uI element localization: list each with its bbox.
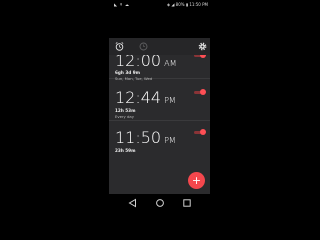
battery-percent: 80% [175,2,185,7]
alarm-item[interactable]: 11:50 PM 23h 59m [109,121,210,159]
signal-icon: ◢ [171,2,175,7]
alarm-repeat: Every day [115,114,134,119]
alarm-remaining: 6gh 3d 9m [115,70,140,75]
clock-icon[interactable] [138,41,149,52]
battery-icon: ▮ [185,2,189,7]
arrow-icon: ↟ [119,2,124,7]
toggle-thumb [200,129,206,135]
status-bar: ◣ ↟ ☁ ◈ ◢ 80% ▮ 11:50 PM [109,0,210,10]
n-icon: ◣ [114,2,118,7]
status-time: 11:50 PM [189,2,208,7]
alarm-item[interactable]: 12:44 PM 12h 53m Every day [109,81,210,121]
recents-icon[interactable] [181,197,193,209]
cloud-icon: ☁ [125,2,130,7]
navigation-bar [109,194,210,212]
toggle-thumb [200,89,206,95]
back-icon[interactable] [127,197,139,209]
alarm-time-value: 12:44 [115,88,162,107]
alarm-time-value: 12:00 [115,55,162,70]
phone-screen: ◣ ↟ ☁ ◈ ◢ 80% ▮ 11:50 PM 12:00 AM 6gh 3d… [109,0,210,240]
alarm-time: 11:50 PM [115,130,176,149]
alarm-time: 12:44 PM [115,90,176,109]
alarm-remaining: 23h 59m [115,148,136,153]
alarm-time-value: 11:50 [115,128,162,147]
toggle-thumb [200,55,206,58]
alarm-item[interactable]: 12:00 AM 6gh 3d 9m Sun, Mon, Tue, Wed [109,55,210,81]
toolbar [109,38,210,55]
gear-icon[interactable] [197,41,208,52]
alarm-ampm: AM [164,59,177,68]
status-notification-icons: ◣ ↟ ☁ [114,0,130,10]
add-alarm-button[interactable]: + [188,172,205,189]
alarm-toggle[interactable] [194,55,206,59]
wifi-icon: ◈ [166,2,171,7]
alarm-ampm: PM [164,136,176,145]
home-icon[interactable] [154,197,166,209]
alarm-remaining: 12h 53m [115,108,136,113]
alarm-clock-icon[interactable] [114,41,125,52]
alarm-app: 12:00 AM 6gh 3d 9m Sun, Mon, Tue, Wed 12:… [109,38,210,194]
alarm-toggle[interactable] [194,129,206,136]
alarm-ampm: PM [164,96,176,105]
alarm-toggle[interactable] [194,89,206,96]
status-system-info: ◈ ◢ 80% ▮ 11:50 PM [167,0,208,10]
